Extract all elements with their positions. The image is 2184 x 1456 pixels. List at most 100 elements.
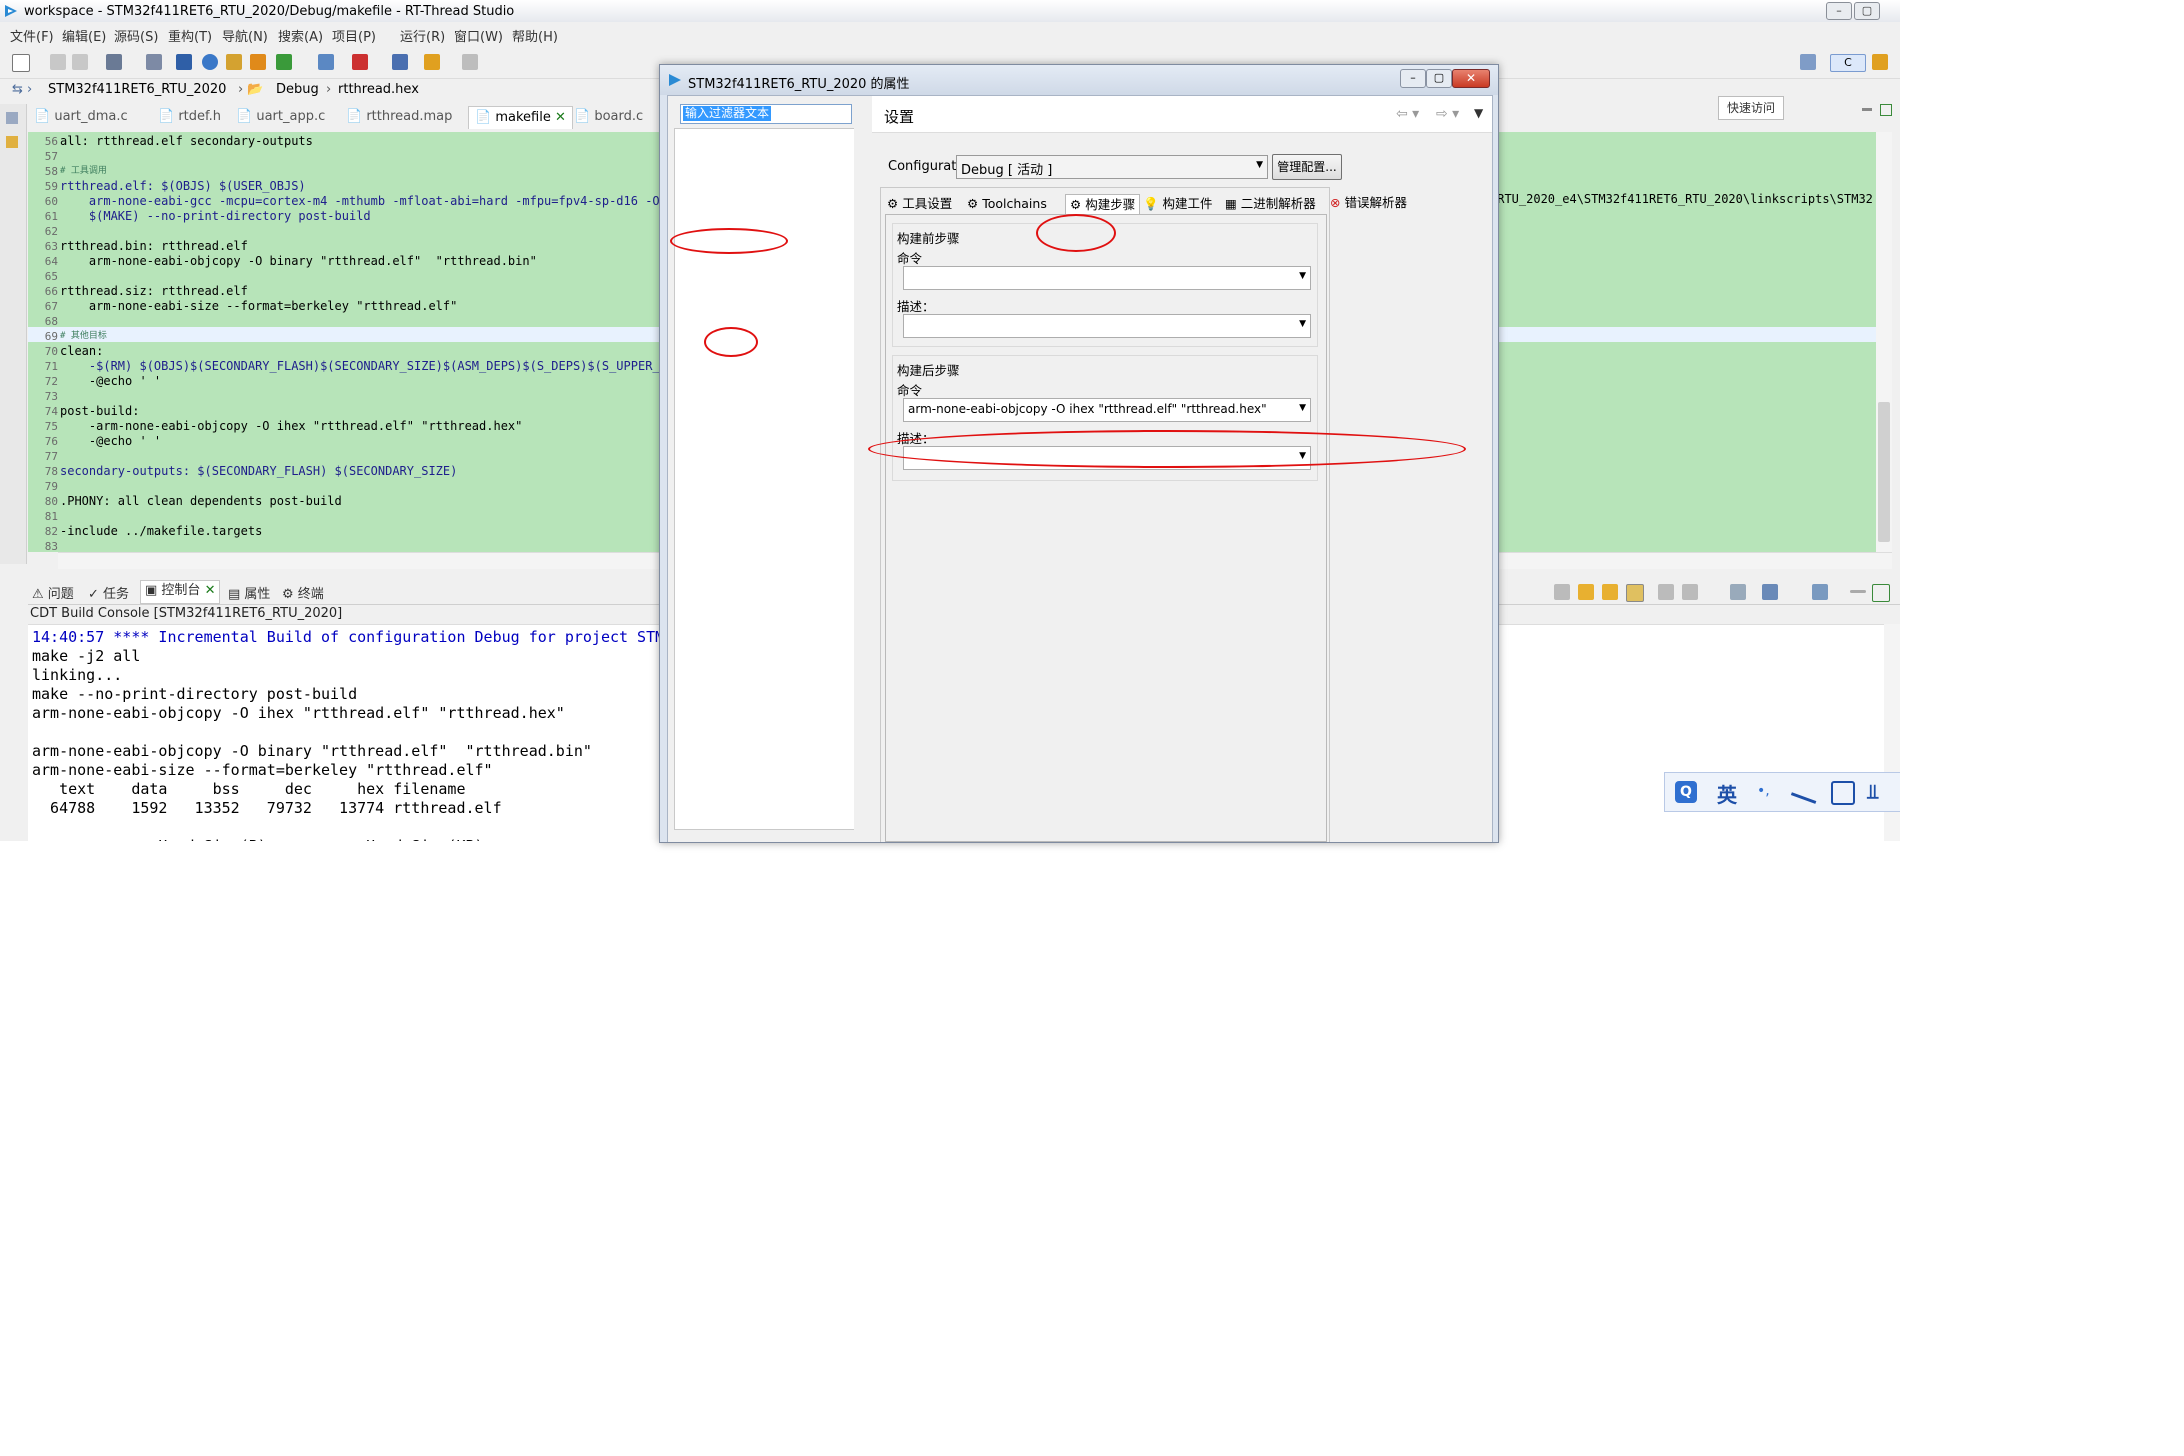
tab-board[interactable]: 📄 board.c xyxy=(574,106,643,128)
code-line[interactable]: all: rtthread.elf secondary-outputs xyxy=(60,134,313,149)
minimize-icon[interactable] xyxy=(1850,590,1866,593)
tab-binary-parsers[interactable]: ▦ 二进制解析器 xyxy=(1225,194,1316,214)
tab-problems[interactable]: ⚠ 问题 xyxy=(32,583,74,602)
code-line[interactable]: arm-none-eabi-size --format=berkeley "rt… xyxy=(60,299,457,314)
note-icon[interactable] xyxy=(1831,781,1855,805)
code-line[interactable]: # 其他目标 xyxy=(60,329,107,344)
manage-configurations-button[interactable]: 管理配置... xyxy=(1272,154,1342,180)
close-tab-icon[interactable]: ✕ xyxy=(205,583,216,598)
breadcrumb-folder[interactable]: Debug xyxy=(276,82,319,97)
view-menu-icon[interactable]: ▼ xyxy=(1474,106,1483,120)
scroll-lock-icon[interactable] xyxy=(1578,584,1594,600)
tab-error-parsers[interactable]: ⊗ 错误解析器 xyxy=(1330,193,1407,213)
tab-makefile[interactable]: 📄 makefile ✕ xyxy=(468,106,573,129)
pre-build-desc-field[interactable]: ▼ xyxy=(903,314,1311,338)
dialog-minimize-button[interactable]: – xyxy=(1400,69,1426,88)
ime-mode-toggle[interactable]: 英 xyxy=(1717,779,1737,808)
menu-source[interactable]: 源码(S) xyxy=(114,26,158,45)
pin-icon[interactable] xyxy=(1602,584,1618,600)
tab-tasks[interactable]: ✓ 任务 xyxy=(88,583,129,602)
menu-navigate[interactable]: 导航(N) xyxy=(222,26,268,45)
terminal-icon[interactable] xyxy=(176,54,192,70)
perspective-debug-icon[interactable] xyxy=(1872,54,1888,70)
save-all-icon[interactable] xyxy=(72,54,88,70)
perspective-c-button[interactable]: C xyxy=(1830,54,1866,72)
code-line[interactable]: -@echo ' ' xyxy=(60,434,161,449)
editor-minimize-icon[interactable] xyxy=(1862,108,1872,111)
word-wrap-icon[interactable] xyxy=(1658,584,1674,600)
menu-edit[interactable]: 编辑(E) xyxy=(62,26,106,45)
code-line[interactable]: arm-none-eabi-objcopy -O binary "rtthrea… xyxy=(60,254,537,269)
handwriting-icon[interactable] xyxy=(1790,779,1822,804)
build-hammer-icon[interactable] xyxy=(106,54,122,70)
menu-help[interactable]: 帮助(H) xyxy=(512,26,558,45)
open-console-icon[interactable] xyxy=(1730,584,1746,600)
sdk-manager-icon[interactable] xyxy=(318,54,334,70)
code-line[interactable]: -arm-none-eabi-objcopy -O ihex "rtthread… xyxy=(60,419,522,434)
filter-input[interactable]: 输入过滤器文本 xyxy=(680,104,852,124)
clear-console-icon[interactable] xyxy=(1554,584,1570,600)
tab-build-steps[interactable]: ⚙ 构建步骤 xyxy=(1065,194,1141,215)
code-line[interactable]: -include ../makefile.targets xyxy=(60,524,262,539)
menu-window[interactable]: 窗口(W) xyxy=(454,26,503,45)
new-icon[interactable] xyxy=(12,54,30,72)
code-line[interactable]: # 工具调用 xyxy=(60,164,107,179)
code-line[interactable]: rtthread.siz: rtthread.elf xyxy=(60,284,248,299)
restore-view-icon[interactable] xyxy=(6,112,18,124)
show-console-icon[interactable] xyxy=(1626,584,1644,602)
code-line[interactable]: $(MAKE) --no-print-directory post-build xyxy=(60,209,371,224)
editor-maximize-icon[interactable] xyxy=(1880,104,1892,116)
punctuation-icon[interactable]: •, xyxy=(1757,783,1770,799)
code-line[interactable]: rtthread.elf: $(OBJS) $(USER_OBJS) xyxy=(60,179,306,194)
sash[interactable] xyxy=(854,96,866,842)
configuration-select[interactable]: Debug [ 活动 ] ▼ xyxy=(956,155,1268,179)
download-icon[interactable] xyxy=(250,54,266,70)
new-console-icon[interactable] xyxy=(1812,584,1828,600)
tab-properties[interactable]: ▤ 属性 xyxy=(228,583,270,602)
back-icon[interactable] xyxy=(424,54,440,70)
tab-terminal[interactable]: ⚙ 终端 xyxy=(282,583,324,602)
tab-console[interactable]: ▣ 控制台 ✕ xyxy=(140,580,221,604)
tools-icon[interactable]: ⫫ xyxy=(1867,779,1878,803)
pre-build-command-field[interactable]: ▼ xyxy=(903,266,1311,290)
debug-icon[interactable] xyxy=(226,54,242,70)
stop-icon[interactable] xyxy=(352,54,368,70)
code-line[interactable]: -@echo ' ' xyxy=(60,374,161,389)
code-line[interactable]: secondary-outputs: $(SECONDARY_FLASH) $(… xyxy=(60,464,457,479)
code-line[interactable]: rtthread.bin: rtthread.elf xyxy=(60,239,248,254)
forward-icon[interactable] xyxy=(462,54,478,70)
breadcrumb-file[interactable]: rtthread.hex xyxy=(338,82,419,97)
open-perspective-icon[interactable] xyxy=(1800,54,1816,70)
tab-uart-dma[interactable]: 📄 uart_dma.c xyxy=(34,106,128,128)
tab-build-artifact[interactable]: 💡 构建工件 xyxy=(1143,194,1213,214)
menu-refactor[interactable]: 重构(T) xyxy=(168,26,212,45)
quick-access-field[interactable]: 快速访问 xyxy=(1718,96,1784,120)
menu-file[interactable]: 文件(F) xyxy=(10,26,54,45)
close-tab-icon[interactable]: ✕ xyxy=(555,110,566,125)
dialog-close-button[interactable]: ✕ xyxy=(1452,69,1490,88)
scroll-thumb[interactable] xyxy=(1878,402,1890,542)
minimize-button[interactable]: – xyxy=(1826,2,1852,20)
copy-icon[interactable] xyxy=(1682,584,1698,600)
tab-uart-app[interactable]: 📄 uart_app.c xyxy=(236,106,325,128)
breadcrumb-nav-icon[interactable]: ⇆ › xyxy=(12,82,32,97)
menu-run[interactable]: 运行(R) xyxy=(400,26,445,45)
code-line[interactable]: .PHONY: all clean dependents post-build xyxy=(60,494,342,509)
code-line[interactable]: -$(RM) $(OBJS)$(SECONDARY_FLASH)$(SECOND… xyxy=(60,359,660,374)
back-nav-icon[interactable]: ⇦ ▾ xyxy=(1396,106,1419,122)
maximize-button[interactable]: ▢ xyxy=(1854,2,1880,20)
project-explorer-icon[interactable] xyxy=(6,136,18,148)
settings-icon[interactable] xyxy=(202,54,218,70)
run-icon[interactable] xyxy=(276,54,292,70)
tab-toolchains[interactable]: ⚙ Toolchains xyxy=(967,194,1047,214)
code-line[interactable]: post-build: xyxy=(60,404,139,419)
tab-rtthread-map[interactable]: 📄 rtthread.map xyxy=(346,106,452,128)
post-build-command-field[interactable]: arm-none-eabi-objcopy -O ihex "rtthread.… xyxy=(903,398,1311,422)
layout-icon[interactable] xyxy=(392,54,408,70)
save-icon[interactable] xyxy=(50,54,66,70)
editor-vertical-scrollbar[interactable] xyxy=(1876,132,1892,552)
code-line[interactable]: arm-none-eabi-gcc -mcpu=cortex-m4 -mthum… xyxy=(60,194,660,209)
menu-project[interactable]: 项目(P) xyxy=(332,26,376,45)
dialog-maximize-button[interactable]: ▢ xyxy=(1426,69,1452,88)
breadcrumb-project[interactable]: STM32f411RET6_RTU_2020 xyxy=(48,82,226,97)
